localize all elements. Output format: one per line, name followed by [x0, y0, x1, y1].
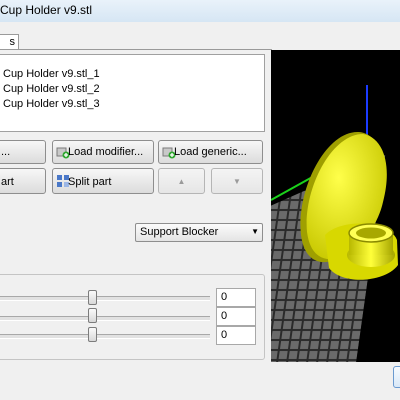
delete-part-label: art — [1, 176, 14, 188]
delete-part-button[interactable]: art — [0, 168, 46, 194]
move-down-button[interactable]: ▼ — [211, 168, 263, 194]
chevron-down-icon: ▼ — [251, 227, 259, 236]
window-title: Cup Holder v9.stl — [0, 3, 93, 17]
dialog-footer — [0, 362, 400, 400]
move-up-button[interactable]: ▲ — [158, 168, 205, 194]
split-part-button[interactable]: Split part — [52, 168, 154, 194]
tab-strip: s — [0, 22, 400, 50]
arrow-up-icon: ▲ — [177, 177, 186, 186]
value-input[interactable]: 0 — [216, 326, 256, 345]
slider-thumb[interactable] — [88, 327, 97, 342]
load-modifier-button[interactable]: Load modifier... — [52, 140, 154, 164]
slider-track[interactable] — [0, 296, 210, 301]
part-type-value: Support Blocker — [140, 226, 219, 238]
slider-thumb[interactable] — [88, 308, 97, 323]
arrow-down-icon: ▼ — [233, 177, 241, 186]
slider-track[interactable] — [0, 334, 210, 339]
load-generic-label: Load generic... — [174, 146, 247, 158]
tab-panel-border — [0, 49, 272, 50]
slider-thumb[interactable] — [88, 290, 97, 305]
load-part-label: ... — [1, 146, 11, 158]
window-titlebar[interactable]: Cup Holder v9.stl — [0, 0, 400, 23]
list-item[interactable]: Cup Holder v9.stl_1 — [3, 67, 100, 81]
tab-settings[interactable]: s — [0, 34, 19, 50]
load-modifier-label: Load modifier... — [68, 146, 144, 158]
object-list[interactable]: Cup Holder v9.stl_1 Cup Holder v9.stl_2 … — [0, 54, 265, 132]
load-generic-button[interactable]: Load generic... — [158, 140, 263, 164]
3d-preview-canvas[interactable] — [271, 50, 400, 362]
slider-track[interactable] — [0, 316, 210, 321]
load-part-button[interactable]: ... — [0, 140, 46, 164]
value-input[interactable]: 0 — [216, 288, 256, 307]
model-cup-inner — [356, 227, 386, 239]
list-item[interactable]: Cup Holder v9.stl_2 — [3, 82, 100, 96]
part-type-select[interactable]: Support Blocker ▼ — [135, 223, 263, 242]
value-input[interactable]: 0 — [216, 307, 256, 326]
ok-button[interactable] — [393, 366, 400, 388]
list-item[interactable]: Cup Holder v9.stl_3 — [3, 97, 100, 111]
split-part-label: Split part — [68, 176, 112, 188]
